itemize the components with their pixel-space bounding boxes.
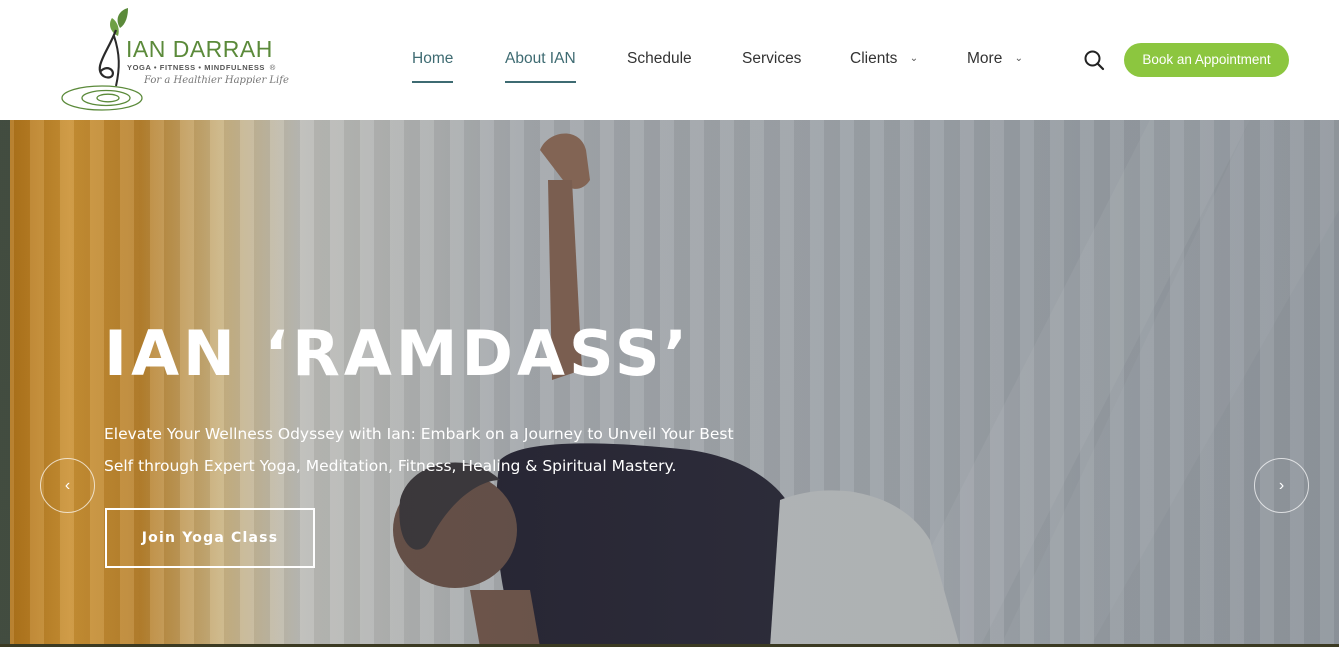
search-icon — [1084, 50, 1105, 71]
chevron-left-icon: ‹ — [64, 477, 71, 494]
logo-tagline: YOGA • FITNESS • MINDFULNESS ® — [127, 63, 276, 72]
nav-clients-label: Clients — [850, 50, 898, 67]
logo-brand-name: IAN DARRAH — [126, 38, 273, 61]
hero-title: IAN ‘RAMDASS’ — [104, 317, 692, 390]
hero-subtitle-line-2: Self through Expert Yoga, Meditation, Fi… — [104, 457, 677, 475]
nav-about-ian-label: About IAN — [505, 50, 576, 67]
logo-slogan: For a Healthier Happier Life — [144, 75, 289, 86]
nav-about-ian[interactable]: About IAN — [505, 48, 576, 83]
nav-clients[interactable]: Clients ⌄ — [850, 48, 918, 72]
logo-tagline-text: YOGA • FITNESS • MINDFULNESS — [127, 63, 266, 72]
nav-more-label: More — [967, 50, 1003, 67]
nav-schedule-label: Schedule — [627, 50, 692, 67]
site-header: IAN DARRAH YOGA • FITNESS • MINDFULNESS … — [0, 0, 1339, 120]
nav-more[interactable]: More ⌄ — [967, 48, 1023, 72]
logo-trademark: ® — [269, 63, 276, 72]
book-appointment-button[interactable]: Book an Appointment — [1124, 43, 1289, 77]
slider-next-button[interactable]: › — [1254, 458, 1309, 513]
join-yoga-class-button[interactable]: Join Yoga Class — [105, 508, 315, 568]
slider-prev-button[interactable]: ‹ — [40, 458, 95, 513]
chevron-down-icon: ⌄ — [1014, 53, 1024, 64]
chevron-right-icon: › — [1278, 477, 1285, 494]
nav-schedule[interactable]: Schedule — [627, 48, 692, 72]
nav-services[interactable]: Services — [742, 48, 801, 72]
chevron-down-icon: ⌄ — [909, 53, 919, 64]
search-button[interactable] — [1083, 49, 1105, 71]
hero-subtitle-line-1: Elevate Your Wellness Odyssey with Ian: … — [104, 425, 734, 443]
logo-brand-name-text: IAN DARRAH — [126, 36, 273, 62]
nav-home-label: Home — [412, 50, 454, 67]
hero-subtitle: Elevate Your Wellness Odyssey with Ian: … — [104, 418, 764, 482]
site-logo[interactable]: IAN DARRAH YOGA • FITNESS • MINDFULNESS … — [58, 6, 298, 116]
nav-services-label: Services — [742, 50, 802, 67]
nav-hover-underline — [505, 81, 576, 83]
nav-active-underline — [412, 81, 454, 83]
nav-home[interactable]: Home — [412, 48, 454, 83]
hero-slider: IAN ‘RAMDASS’ Elevate Your Wellness Odys… — [0, 120, 1339, 647]
